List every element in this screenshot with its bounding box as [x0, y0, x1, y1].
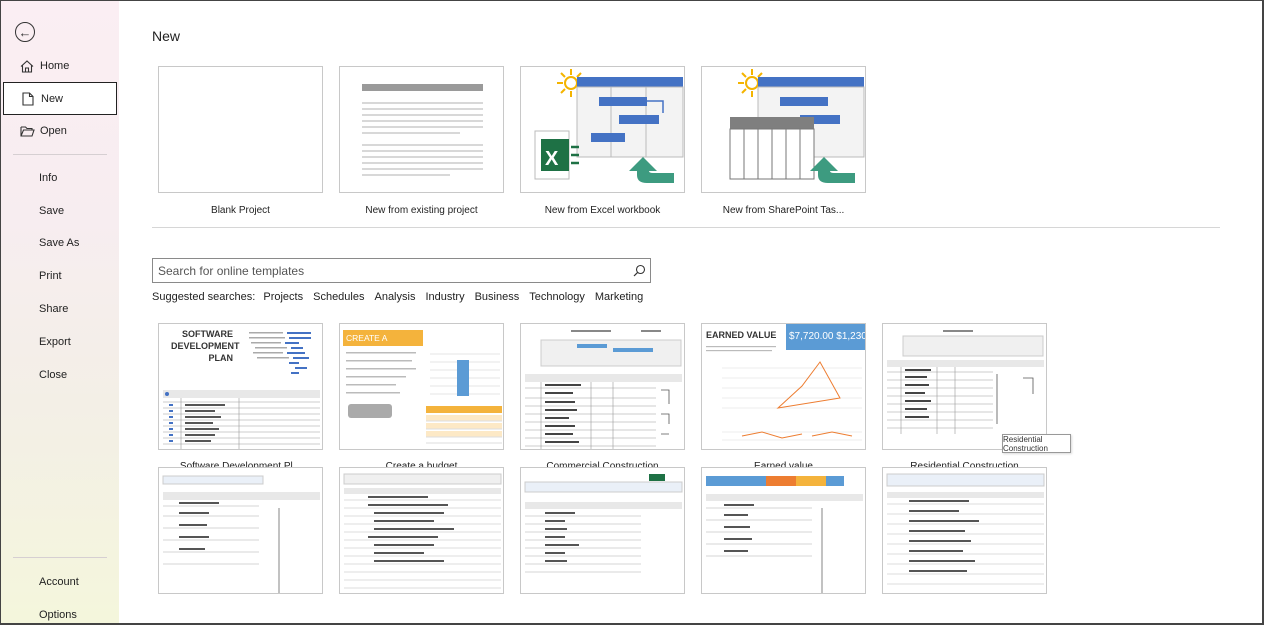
template-create-a-budget[interactable]: CREATE A BUDGET Create a budget: [339, 323, 504, 472]
template-thumbnail[interactable]: CREATE A BUDGET: [339, 323, 504, 450]
sidebar-item-new[interactable]: New: [3, 82, 117, 115]
tile-blank-project[interactable]: Blank Project: [158, 66, 323, 216]
gantt-preview: [162, 475, 320, 593]
template-thumbnail[interactable]: [701, 467, 866, 594]
suggested-link-technology[interactable]: Technology: [529, 291, 585, 303]
sidebar-item-label: Print: [39, 270, 62, 282]
tile-caption: New from SharePoint Tas...: [722, 205, 845, 216]
template-row2-3[interactable]: [520, 467, 685, 594]
residential-preview: [887, 330, 1044, 434]
sidebar-item-open[interactable]: Open: [3, 116, 117, 146]
sidebar-item-save[interactable]: Save: [3, 196, 117, 226]
suggested-searches-label: Suggested searches:: [152, 291, 256, 303]
template-thumbnail[interactable]: EARNED VALUE $7,720.00 $1,230.00: [701, 323, 866, 450]
sidebar-item-print[interactable]: Print: [3, 261, 117, 291]
sidebar-item-label: Options: [39, 609, 77, 621]
tile-new-from-existing[interactable]: New from existing project: [339, 66, 504, 216]
suggested-link-marketing[interactable]: Marketing: [595, 291, 643, 303]
template-earned-value[interactable]: EARNED VALUE $7,720.00 $1,230.00 Earned …: [701, 323, 866, 472]
svg-text:X: X: [545, 148, 559, 170]
budget-preview: [346, 352, 502, 444]
template-thumbnail[interactable]: [339, 467, 504, 594]
excel-gantt-icon: X: [534, 69, 684, 183]
excel-workbook-thumbnail[interactable]: X: [520, 66, 685, 193]
sidebar-item-account[interactable]: Account: [3, 567, 117, 597]
template-row2-5[interactable]: [882, 467, 1047, 594]
search-icon[interactable]: [628, 260, 650, 282]
folder-icon: [19, 125, 35, 137]
sharepoint-thumbnail[interactable]: [701, 66, 866, 193]
sidebar-item-label: Save As: [39, 237, 80, 249]
blank-project-thumbnail[interactable]: [158, 66, 323, 193]
suggested-link-industry[interactable]: Industry: [425, 291, 464, 303]
template-row2-4[interactable]: [701, 467, 866, 594]
suggested-link-business[interactable]: Business: [475, 291, 520, 303]
commercial-preview: [525, 330, 682, 449]
template-row2-1[interactable]: [158, 467, 323, 594]
sidebar-item-share[interactable]: Share: [3, 294, 117, 324]
sidebar-item-label: Open: [40, 125, 67, 137]
backstage-main: New Blank Project New from existing proj…: [120, 1, 1261, 623]
template-row2-2[interactable]: [339, 467, 504, 594]
template-thumbnail[interactable]: [158, 467, 323, 594]
sidebar-item-label: Share: [39, 303, 69, 315]
new-document-icon: [20, 91, 36, 106]
sharepoint-gantt-icon: [729, 69, 865, 183]
sidebar-item-label: Close: [39, 369, 68, 381]
template-thumbnail[interactable]: [882, 467, 1047, 594]
template-search-box[interactable]: [152, 258, 651, 283]
page-title: New: [152, 28, 181, 44]
template-thumbnail[interactable]: [882, 323, 1047, 450]
sidebar-item-label: Save: [39, 205, 65, 217]
sidebar-divider: [13, 557, 107, 558]
sidebar-divider: [13, 154, 107, 155]
gantt-preview: [343, 473, 502, 589]
tile-new-from-sharepoint[interactable]: New from SharePoint Tas...: [701, 66, 866, 216]
tile-caption: Blank Project: [211, 205, 270, 216]
template-software-development-plan[interactable]: SOFTWARE DEVELOPMENT PLAN: [158, 323, 323, 472]
template-thumbnail[interactable]: [520, 467, 685, 594]
suggested-link-schedules[interactable]: Schedules: [313, 291, 364, 303]
sidebar-item-save-as[interactable]: Save As: [3, 228, 117, 258]
sidebar-item-export[interactable]: Export: [3, 327, 117, 357]
gantt-preview: [706, 476, 863, 593]
section-divider: [152, 227, 1220, 228]
suggested-link-analysis[interactable]: Analysis: [374, 291, 415, 303]
gantt-preview: [886, 473, 1045, 585]
sidebar-item-home[interactable]: Home: [3, 51, 117, 81]
backstage-sidebar: ← Home New Open Info Save Save As Print …: [1, 1, 119, 623]
template-tooltip: Residential Construction: [1002, 434, 1071, 453]
suggested-link-projects[interactable]: Projects: [263, 291, 303, 303]
sidebar-item-label: New: [41, 92, 64, 105]
tile-caption: New from existing project: [365, 205, 478, 216]
earned-value-preview: [706, 346, 862, 441]
tile-caption: New from Excel workbook: [544, 205, 661, 216]
sidebar-item-label: Account: [39, 576, 79, 588]
sidebar-item-info[interactable]: Info: [3, 163, 117, 193]
tile-new-from-excel[interactable]: X New from Excel workbook: [520, 66, 685, 216]
template-commercial-construction[interactable]: Commercial Construction: [520, 323, 685, 472]
gantt-preview: [524, 474, 683, 573]
lines-document-icon: [362, 84, 483, 176]
sidebar-item-options[interactable]: Options: [3, 600, 117, 625]
template-thumbnail[interactable]: SOFTWARE DEVELOPMENT PLAN: [158, 323, 323, 450]
sidebar-item-label: Home: [40, 60, 70, 72]
home-icon: [19, 59, 35, 73]
sidebar-item-label: Info: [39, 172, 58, 184]
template-thumbnail[interactable]: [520, 323, 685, 450]
suggested-searches: Suggested searches: Projects Schedules A…: [152, 291, 653, 303]
sidebar-item-label: Export: [39, 336, 71, 348]
existing-project-thumbnail[interactable]: [339, 66, 504, 193]
sidebar-item-close[interactable]: Close: [3, 360, 117, 390]
search-input[interactable]: [153, 259, 628, 282]
back-arrow-icon[interactable]: ←: [15, 22, 35, 42]
software-plan-preview: [163, 332, 320, 449]
